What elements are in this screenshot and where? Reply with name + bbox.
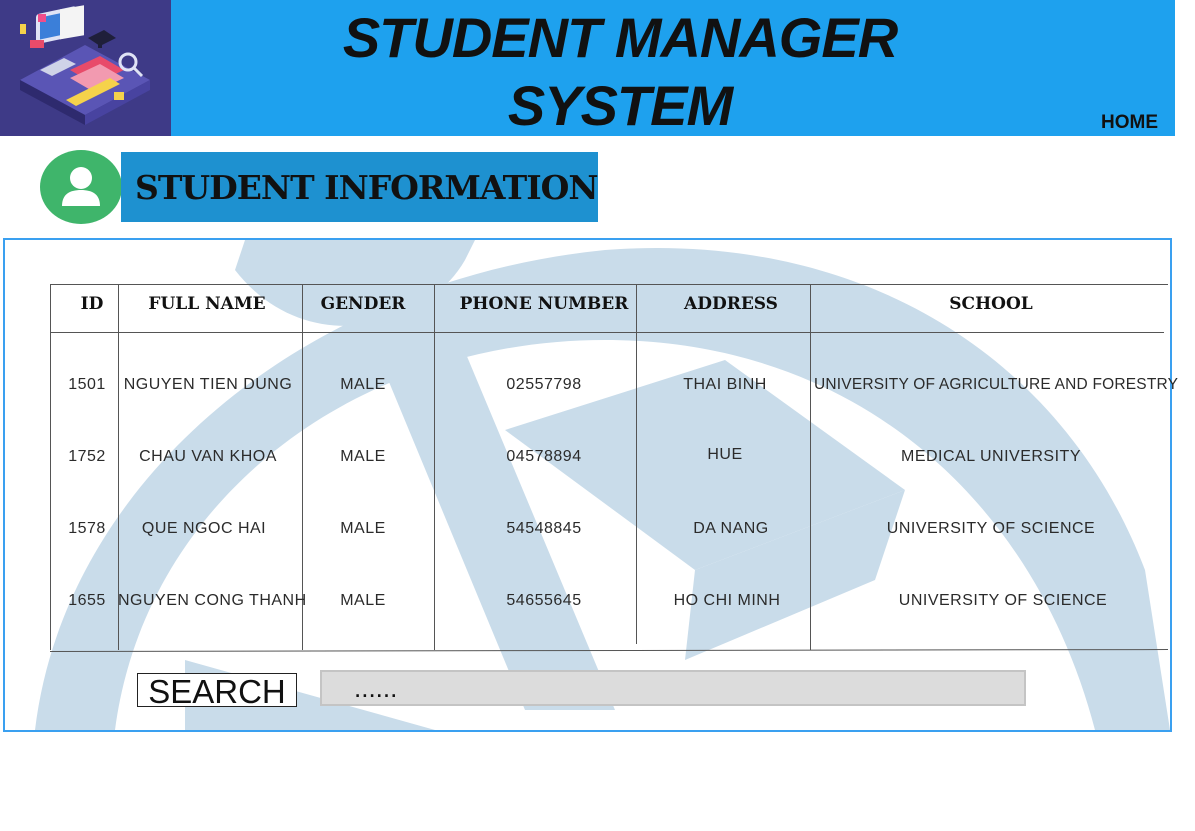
- table-cell-school: UNIVERSITY OF AGRICULTURE AND FORESTRY: [814, 376, 1179, 393]
- column-divider: [810, 284, 811, 650]
- search-input[interactable]: ......: [320, 670, 1026, 706]
- table-cell-phone-number: 54548845: [506, 520, 582, 537]
- column-header-phone-number: PHONE NUMBER: [459, 294, 629, 314]
- table-header-divider: [50, 332, 1164, 333]
- table-cell-gender: MALE: [340, 448, 386, 465]
- column-header-school: SCHOOL: [949, 294, 1033, 314]
- search-button[interactable]: SEARCH: [137, 673, 297, 710]
- table-cell-gender: MALE: [340, 592, 386, 609]
- study-desk-illustration-icon: [20, 5, 150, 125]
- table-cell-gender: MALE: [340, 520, 386, 537]
- column-header-gender: GENDER: [320, 294, 406, 314]
- table-cell-id: 1752: [68, 448, 106, 465]
- table-cell-address: DA NANG: [693, 520, 769, 537]
- table-cell-school: UNIVERSITY OF SCIENCE: [898, 592, 1108, 609]
- table-cell-full-name: NGUYEN TIEN DUNG: [123, 376, 293, 393]
- table-top-border: [50, 284, 1168, 285]
- table-cell-gender: MALE: [340, 376, 386, 393]
- table-cell-id: 1655: [68, 592, 106, 609]
- table-cell-address: HUE: [707, 446, 743, 463]
- table-cell-address: THAI BINH: [683, 376, 767, 393]
- table-cell-full-name: NGUYEN CONG THANH: [118, 592, 307, 609]
- table-cell-address: HO CHI MINH: [673, 592, 781, 609]
- app-title: STUDENT MANAGER SYSTEM: [300, 4, 940, 140]
- section-title: STUDENT INFORMATION: [135, 168, 599, 207]
- app-title-line2: SYSTEM: [507, 74, 733, 137]
- column-divider: [434, 284, 435, 650]
- column-header-full-name: FULL NAME: [148, 294, 266, 314]
- table-cell-id: 1578: [68, 520, 106, 537]
- table-left-border: [50, 284, 51, 650]
- table-cell-school: MEDICAL UNIVERSITY: [901, 448, 1081, 465]
- table-cell-full-name: QUE NGOC HAI: [141, 520, 267, 537]
- table-cell-full-name: CHAU VAN KHOA: [139, 448, 277, 465]
- user-badge: [40, 150, 122, 224]
- table-cell-phone-number: 02557798: [506, 376, 582, 393]
- user-icon: [62, 167, 100, 206]
- table-cell-phone-number: 04578894: [506, 448, 582, 465]
- column-header-id: ID: [80, 294, 104, 314]
- column-divider: [636, 284, 637, 644]
- column-header-address: ADDRESS: [684, 294, 778, 314]
- table-cell-phone-number: 54655645: [506, 592, 582, 609]
- app-title-line1: STUDENT MANAGER: [342, 6, 898, 69]
- logo-illustration: [0, 0, 171, 136]
- table-cell-id: 1501: [68, 376, 106, 393]
- home-nav-link[interactable]: HOME: [1101, 112, 1158, 134]
- table-cell-school: UNIVERSITY OF SCIENCE: [886, 520, 1096, 537]
- app-header: STUDENT MANAGER SYSTEM HOME: [0, 0, 1175, 137]
